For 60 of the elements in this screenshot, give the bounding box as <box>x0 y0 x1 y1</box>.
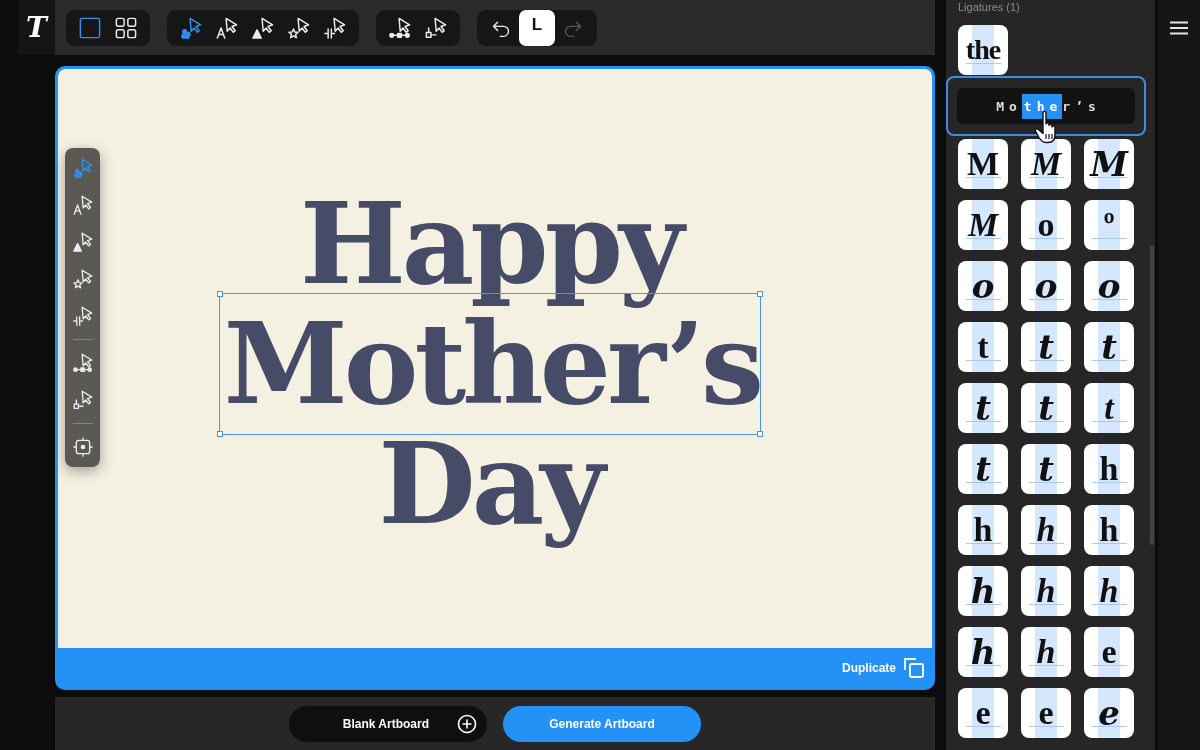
glyph-option[interactable]: M <box>1084 139 1134 189</box>
pointer-letter-icon[interactable] <box>72 195 93 215</box>
glyph-option[interactable]: o <box>1084 261 1134 311</box>
pointer-square-icon[interactable] <box>425 16 447 39</box>
pointer-bars-icon[interactable] <box>324 16 346 39</box>
plus-circle-icon <box>457 713 477 734</box>
glyph-option[interactable]: o <box>1021 200 1071 250</box>
glyph-option[interactable]: h <box>958 505 1008 555</box>
pointer-letter-icon[interactable] <box>216 16 238 39</box>
ligature-option[interactable]: the <box>958 25 1008 75</box>
letter-toggle-button[interactable]: L <box>519 9 555 46</box>
glyph-option[interactable]: t <box>958 444 1008 494</box>
pointer-nodes-icon[interactable] <box>389 16 411 39</box>
glyph-option[interactable]: º <box>1084 200 1134 250</box>
glyph-option[interactable]: t <box>1084 322 1134 372</box>
glyph-option[interactable]: o <box>1021 261 1071 311</box>
pointer-triangle-icon[interactable] <box>72 232 93 252</box>
glyph-option[interactable]: h <box>1021 566 1071 616</box>
glyph-option[interactable]: M <box>1021 139 1071 189</box>
frame-icon[interactable] <box>72 437 93 457</box>
glyph-option[interactable]: h <box>958 566 1008 616</box>
glyph-option[interactable]: t <box>958 383 1008 433</box>
glyph-option[interactable]: t <box>1021 322 1071 372</box>
pointer-star-icon[interactable] <box>288 16 310 39</box>
glyph-option[interactable]: t <box>1021 383 1071 433</box>
pointer-square-icon[interactable] <box>72 390 93 410</box>
grid-icon[interactable] <box>115 16 137 39</box>
glyph-option[interactable]: e <box>1084 627 1134 677</box>
glyph-option[interactable]: o <box>958 261 1008 311</box>
resize-handle[interactable] <box>216 430 223 437</box>
glyph-option[interactable]: e <box>1021 688 1071 738</box>
pointer-nodes-icon[interactable] <box>72 353 93 373</box>
glyph-option[interactable]: h <box>1084 566 1134 616</box>
glyph-option[interactable]: M <box>958 200 1008 250</box>
blank-artboard-button[interactable]: Blank Artboard <box>289 705 487 742</box>
ligature-text-field[interactable]: Mo the r’s <box>957 88 1135 124</box>
pointer-bars-icon[interactable] <box>72 306 93 326</box>
resize-handle[interactable] <box>216 290 223 297</box>
menu-icon[interactable] <box>1170 21 1188 35</box>
glyph-option[interactable]: t <box>958 322 1008 372</box>
glyph-option[interactable]: h <box>1021 505 1071 555</box>
glyph-option[interactable]: h <box>958 627 1008 677</box>
resize-handle[interactable] <box>757 430 764 437</box>
glyph-option[interactable]: e <box>1084 688 1134 738</box>
glyph-option[interactable]: h <box>1084 444 1134 494</box>
glyph-option[interactable]: e <box>958 688 1008 738</box>
panel-heading: Ligatures (1) <box>958 1 1021 14</box>
glyph-option[interactable]: t <box>1084 383 1134 433</box>
pointer-dots-icon[interactable] <box>72 158 93 178</box>
square-icon[interactable] <box>79 16 101 39</box>
glyph-option[interactable]: h <box>1084 505 1134 555</box>
app-logo: T <box>26 10 47 45</box>
glyph-option[interactable]: t <box>1021 444 1071 494</box>
glyph-option[interactable]: h <box>1021 627 1071 677</box>
resize-handle[interactable] <box>757 290 764 297</box>
pointer-star-icon[interactable] <box>72 269 93 289</box>
pointer-dots-icon[interactable] <box>180 16 202 39</box>
glyph-option[interactable]: M <box>958 139 1008 189</box>
pointer-triangle-icon[interactable] <box>252 16 274 39</box>
duplicate-icon[interactable] <box>904 657 924 678</box>
